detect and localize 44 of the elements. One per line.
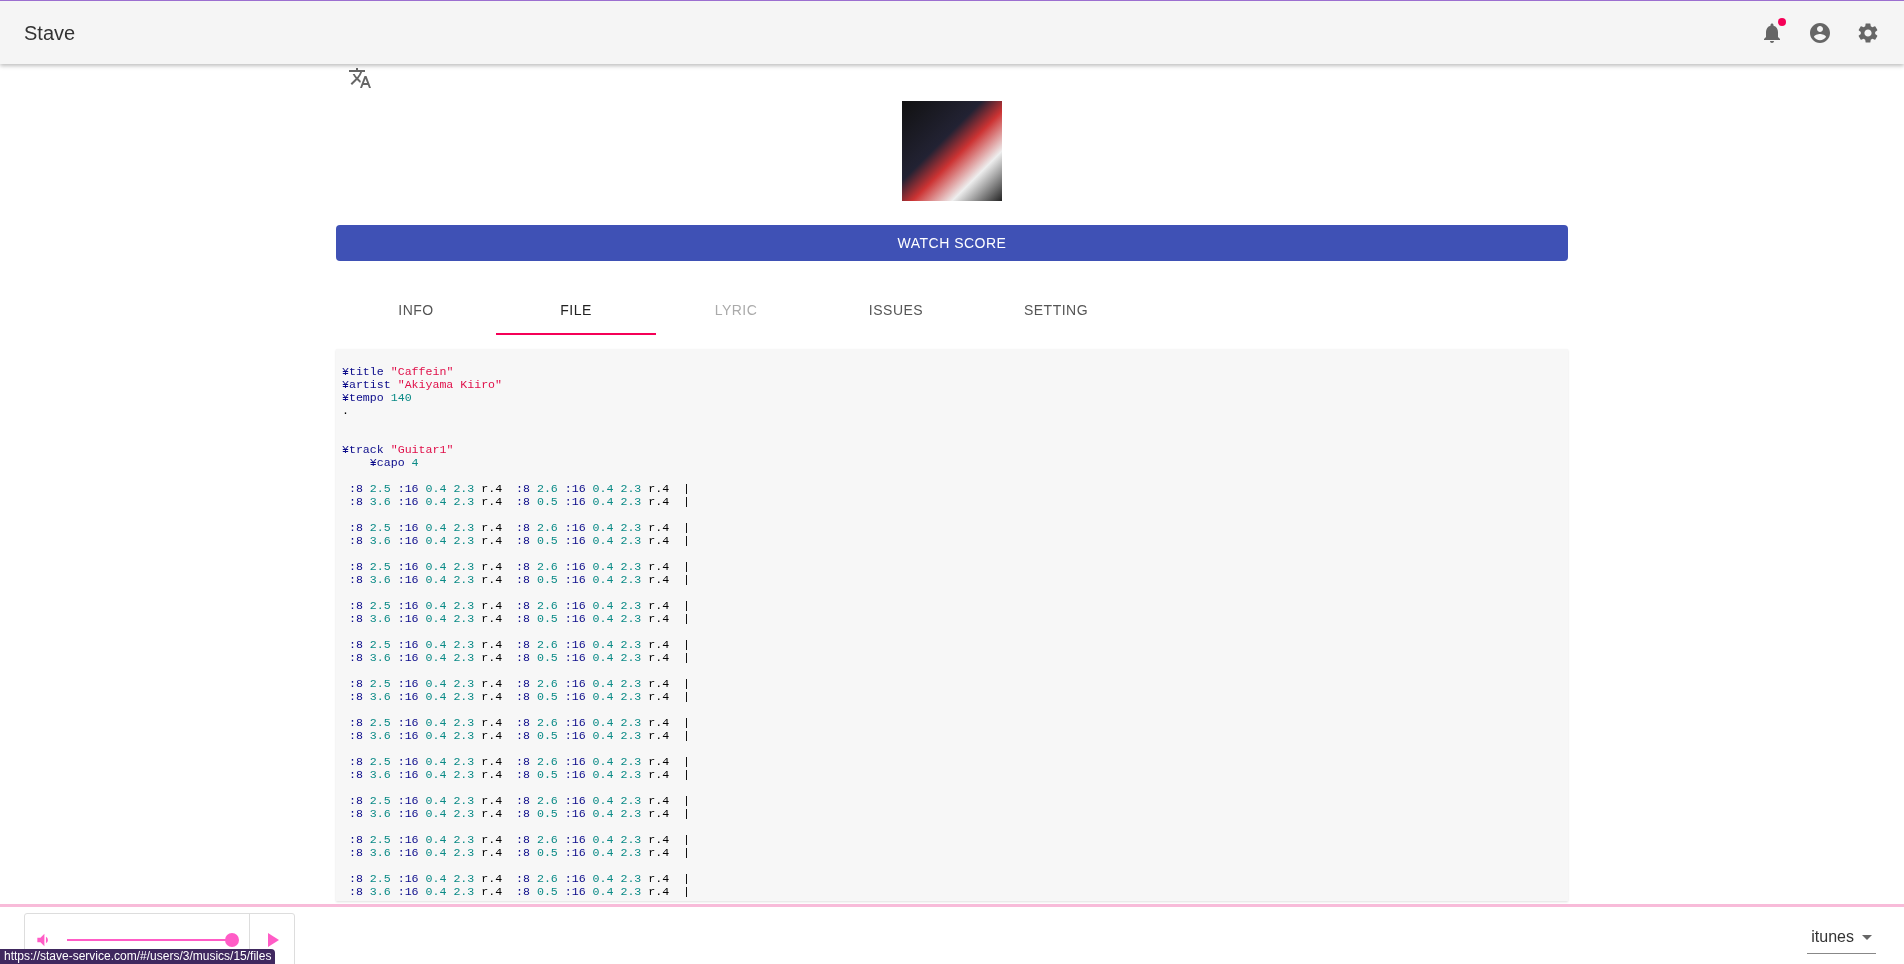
code-line: ¥artist "Akiyama Kiiro": [342, 378, 503, 391]
watch-score-button[interactable]: WATCH SCORE: [336, 225, 1568, 261]
code-line: :8 2.5 :16 0.4 2.3 r.4 :8 2.6 :16 0.4 2.3 r.4 |: [347, 521, 691, 534]
code-line: :8 2.5 :16 0.4 2.3 r.4 :8 2.6 :16 0.4 2.3 r.4 |: [347, 833, 691, 846]
code-line: :8 3.6 :16 0.4 2.3 r.4 :8 0.5 :16 0.4 2.3 r.4 |: [347, 885, 691, 898]
code-line: :8 3.6 :16 0.4 2.3 r.4 :8 0.5 :16 0.4 2.3 r.4 |: [347, 846, 691, 859]
code-line: :8 3.6 :16 0.4 2.3 r.4 :8 0.5 :16 0.4 2.3 r.4 |: [347, 690, 691, 703]
code-line: ¥title "Caffein": [342, 365, 454, 378]
source-select[interactable]: itunes: [1807, 925, 1876, 954]
code-line: :8 2.5 :16 0.4 2.3 r.4 :8 2.6 :16 0.4 2.3 r.4 |: [347, 638, 691, 651]
tab[interactable]: FILE: [496, 287, 656, 335]
code-line: :8 3.6 :16 0.4 2.3 r.4 :8 0.5 :16 0.4 2.3 r.4 |: [347, 768, 691, 781]
caret-icon: [1862, 934, 1872, 940]
settings-icon: [1856, 20, 1880, 45]
app-title: Stave: [24, 20, 76, 46]
code-line: :8 2.5 :16 0.4 2.3 r.4 :8 2.6 :16 0.4 2.3 r.4 |: [347, 560, 691, 573]
code-line: ¥tempo 140: [342, 391, 412, 404]
translate-button[interactable]: [348, 66, 372, 90]
account-button[interactable]: [1808, 20, 1832, 45]
tab[interactable]: ISSUES: [816, 287, 976, 335]
code-line: :8 2.5 :16 0.4 2.3 r.4 :8 2.6 :16 0.4 2.3 r.4 |: [347, 482, 691, 495]
code-line: :8 3.6 :16 0.4 2.3 r.4 :8 0.5 :16 0.4 2.3 r.4 |: [347, 651, 691, 664]
settings-button[interactable]: [1856, 20, 1880, 45]
code-line: :8 2.5 :16 0.4 2.3 r.4 :8 2.6 :16 0.4 2.3 r.4 |: [347, 794, 691, 807]
tab[interactable]: INFO: [336, 287, 496, 335]
tab[interactable]: SETTING: [976, 287, 1136, 335]
code-line: :8 3.6 :16 0.4 2.3 r.4 :8 0.5 :16 0.4 2.3 r.4 |: [347, 573, 691, 586]
translate-icon: [348, 66, 372, 90]
code-line: :8 3.6 :16 0.4 2.3 r.4 :8 0.5 :16 0.4 2.3 r.4 |: [347, 807, 691, 820]
code-line: .: [342, 404, 349, 417]
code-line: :8 3.6 :16 0.4 2.3 r.4 :8 0.5 :16 0.4 2.3 r.4 |: [347, 495, 691, 508]
code-line: ¥capo 4: [368, 456, 419, 469]
code-line: :8 3.6 :16 0.4 2.3 r.4 :8 0.5 :16 0.4 2.3 r.4 |: [347, 534, 691, 547]
code-line: :8 2.5 :16 0.4 2.3 r.4 :8 2.6 :16 0.4 2.3 r.4 |: [347, 755, 691, 768]
code-line: :8 2.5 :16 0.4 2.3 r.4 :8 2.6 :16 0.4 2.3 r.4 |: [347, 872, 691, 885]
code-line: :8 2.5 :16 0.4 2.3 r.4 :8 2.6 :16 0.4 2.3 r.4 |: [347, 716, 691, 729]
code-line: :8 2.5 :16 0.4 2.3 r.4 :8 2.6 :16 0.4 2.3 r.4 |: [347, 599, 691, 612]
code-line: :8 3.6 :16 0.4 2.3 r.4 :8 0.5 :16 0.4 2.3 r.4 |: [347, 729, 691, 742]
status-url-tooltip: https://stave-service.com/#/users/3/musics/15/files: [0, 949, 276, 964]
code-line: :8 2.5 :16 0.4 2.3 r.4 :8 2.6 :16 0.4 2.3 r.4 |: [347, 677, 691, 690]
code-line: ¥track "Guitar1": [342, 443, 454, 456]
slider-thumb[interactable]: [225, 933, 240, 947]
code-line: :8 3.6 :16 0.4 2.3 r.4 :8 0.5 :16 0.4 2.3 r.4 |: [347, 612, 691, 625]
account-icon: [1808, 20, 1832, 45]
